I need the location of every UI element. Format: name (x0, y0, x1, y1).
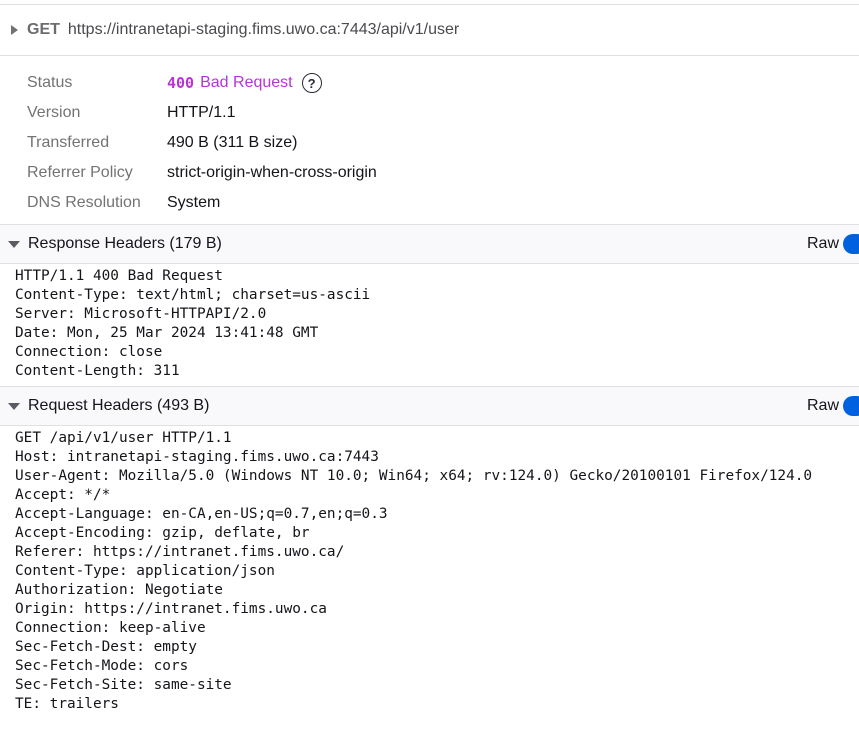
dns-resolution-label: DNS Resolution (27, 194, 141, 211)
header-line: Origin: https://intranet.fims.uwo.ca (15, 601, 327, 617)
header-line: Accept-Encoding: gzip, deflate, br (15, 525, 310, 541)
version-value: HTTP/1.1 (167, 104, 236, 121)
request-summary: Status 400 Bad Request ? Version HTTP/1.… (0, 56, 859, 224)
status-code: 400 (167, 74, 195, 92)
header-line: Sec-Fetch-Site: same-site (15, 677, 232, 693)
dns-resolution-value: System (167, 194, 221, 211)
response-headers-title: Response Headers (179 B) (28, 235, 222, 252)
header-line: Authorization: Negotiate (15, 582, 223, 598)
header-line: Connection: keep-alive (15, 620, 206, 636)
header-line: Content-Type: application/json (15, 563, 275, 579)
header-line: Sec-Fetch-Mode: cors (15, 658, 189, 674)
request-headers-title: Request Headers (493 B) (28, 397, 210, 414)
header-line: Connection: close (15, 344, 163, 360)
request-headers-header[interactable]: Request Headers (493 B) Raw (0, 386, 859, 426)
header-line: Date: Mon, 25 Mar 2024 13:41:48 GMT (15, 325, 319, 341)
transferred-label: Transferred (27, 134, 110, 151)
response-raw-toggle[interactable] (843, 234, 859, 254)
dns-resolution-row: DNS Resolution System (0, 188, 859, 218)
transferred-row: Transferred 490 B (311 B size) (0, 128, 859, 158)
header-line: Content-Length: 311 (15, 363, 180, 379)
status-text: Bad Request (200, 74, 293, 91)
request-method: GET (27, 21, 60, 38)
version-label: Version (27, 104, 81, 121)
header-line: Content-Type: text/html; charset=us-asci… (15, 287, 371, 303)
header-line: Server: Microsoft-HTTPAPI/2.0 (15, 306, 267, 322)
header-line: HTTP/1.1 400 Bad Request (15, 268, 223, 284)
referrer-policy-row: Referrer Policy strict-origin-when-cross… (0, 158, 859, 188)
collapse-caret-icon[interactable] (8, 240, 20, 248)
response-raw-label: Raw (806, 235, 839, 252)
request-url-row[interactable]: GET https://intranetapi-staging.fims.uwo… (0, 4, 859, 56)
request-raw-toggle[interactable] (843, 396, 859, 416)
question-circle-icon[interactable]: ? (301, 73, 322, 93)
network-request-details: GET https://intranetapi-staging.fims.uwo… (0, 0, 859, 729)
status-label: Status (27, 74, 73, 91)
response-headers-header[interactable]: Response Headers (179 B) Raw (0, 224, 859, 264)
header-line: Accept: */* (15, 487, 111, 503)
header-line: TE: trailers (15, 696, 119, 712)
expand-triangle-icon[interactable] (11, 25, 18, 35)
header-line: Sec-Fetch-Dest: empty (15, 639, 197, 655)
transferred-value: 490 B (311 B size) (167, 134, 298, 151)
request-url: https://intranetapi-staging.fims.uwo.ca:… (67, 21, 460, 38)
header-line: Host: intranetapi-staging.fims.uwo.ca:74… (15, 449, 379, 465)
request-raw-label: Raw (806, 397, 839, 414)
request-headers-raw: GET /api/v1/user HTTP/1.1 Host: intraneta… (0, 426, 859, 719)
header-line: Accept-Language: en-CA,en-US;q=0.7,en;q=… (15, 506, 388, 522)
referrer-policy-value: strict-origin-when-cross-origin (167, 164, 377, 181)
header-line: Referer: https://intranet.fims.uwo.ca/ (15, 544, 345, 560)
version-row: Version HTTP/1.1 (0, 98, 859, 128)
status-value: 400 Bad Request ? (167, 73, 322, 93)
referrer-policy-label: Referrer Policy (27, 164, 133, 181)
header-line: User-Agent: Mozilla/5.0 (Windows NT 10.0… (15, 468, 813, 484)
collapse-caret-icon[interactable] (8, 402, 20, 410)
response-headers-raw: HTTP/1.1 400 Bad Request Content-Type: te… (0, 264, 859, 386)
header-line: GET /api/v1/user HTTP/1.1 (15, 430, 232, 446)
status-row: Status 400 Bad Request ? (0, 68, 859, 98)
